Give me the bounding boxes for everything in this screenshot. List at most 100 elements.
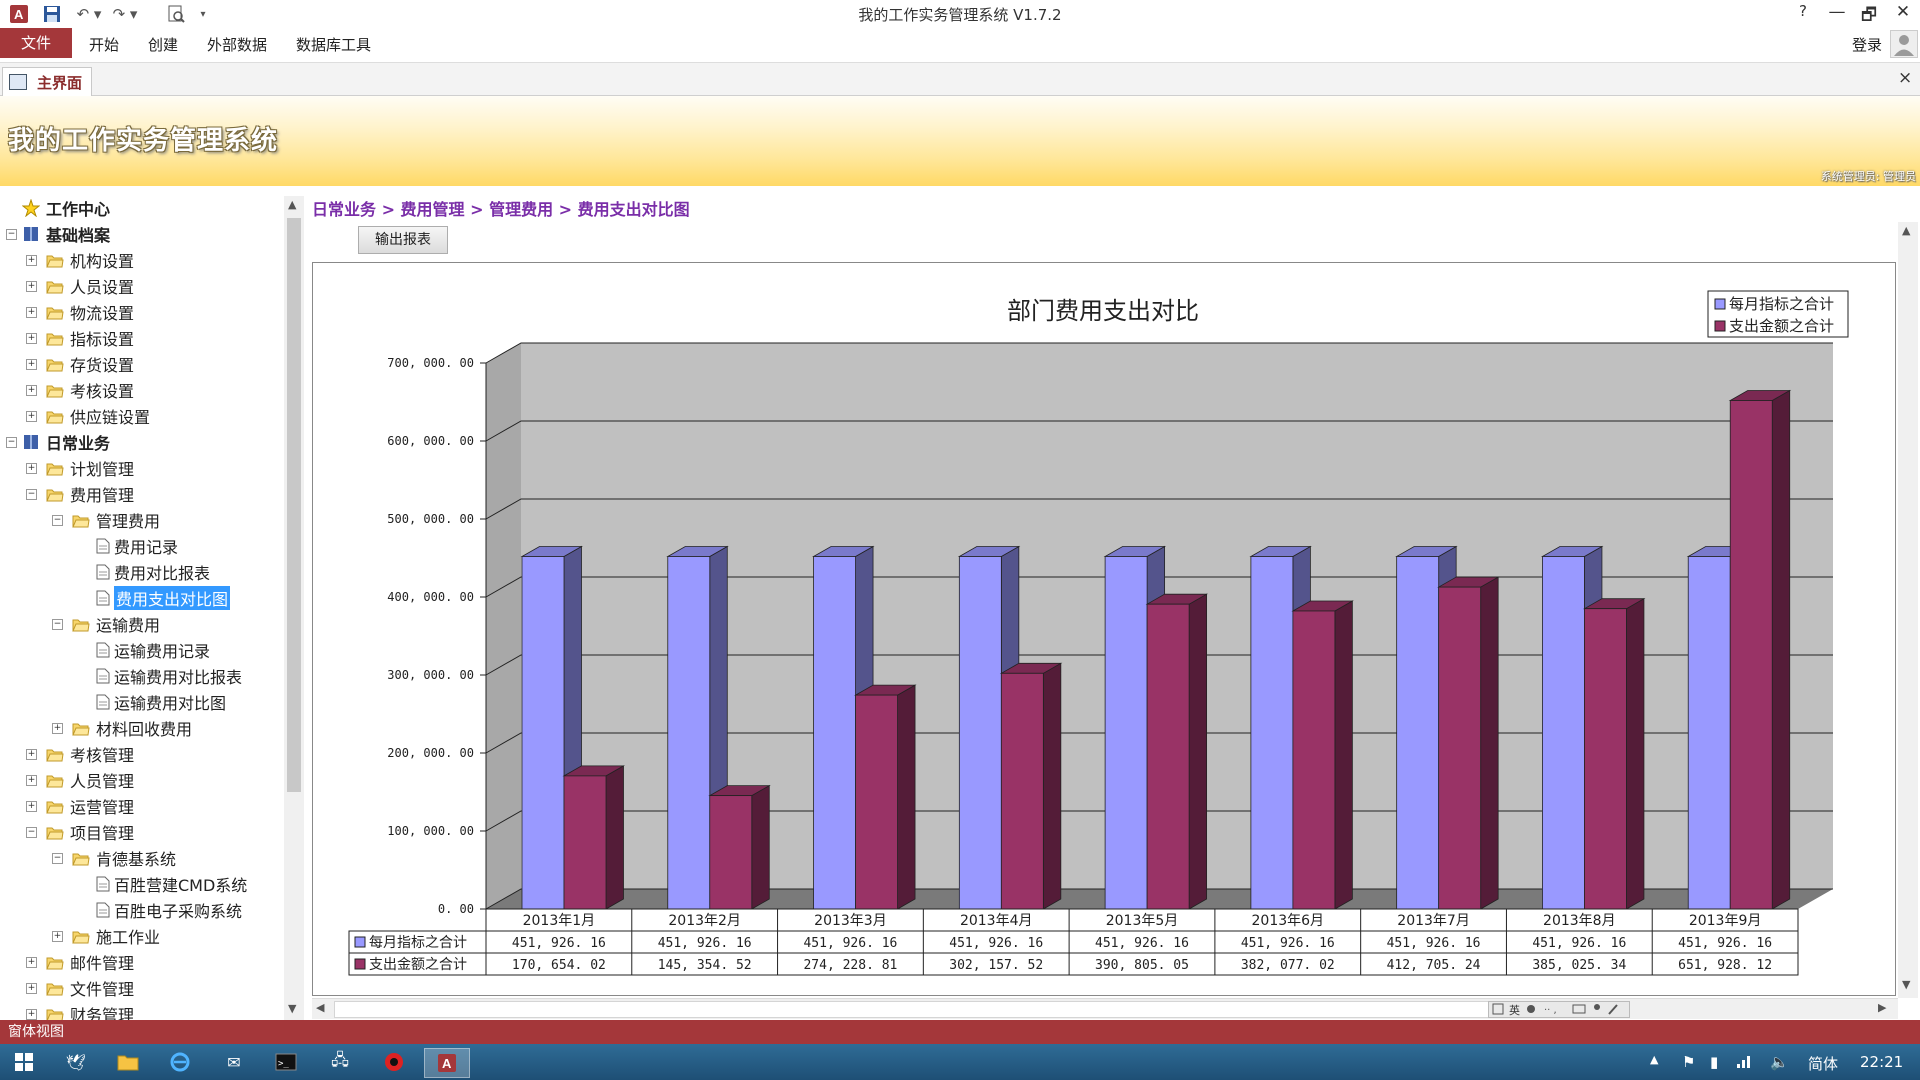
folder-icon — [46, 981, 64, 996]
tree-expander-icon[interactable]: + — [26, 332, 37, 344]
tree-item-label: 百胜电子采购系统 — [114, 902, 243, 921]
tree-expander-icon[interactable]: − — [52, 852, 63, 864]
book-icon — [22, 225, 40, 243]
close-button[interactable]: ✕ — [1886, 2, 1920, 26]
tree-expander-icon[interactable]: − — [52, 618, 63, 630]
svg-text:·· ,: ·· , — [1544, 1005, 1557, 1016]
chart-bar — [1438, 586, 1482, 910]
tree-expander-icon[interactable]: + — [26, 748, 37, 760]
access-taskbar-icon[interactable]: A — [424, 1048, 470, 1078]
tray-expand-icon[interactable]: ▲ — [1650, 1053, 1658, 1066]
chart-frame: 0. 00 100, 000. 00 200, 000. 00 300, 000. 0… — [312, 262, 1896, 996]
login-link[interactable]: 登录 — [1852, 34, 1882, 55]
tree-item-label: 管理费用 — [96, 512, 161, 531]
tree-expander-icon[interactable]: + — [26, 956, 37, 968]
terminal-icon[interactable]: >_ — [264, 1048, 308, 1076]
tree-expander-icon[interactable]: − — [6, 436, 17, 448]
volume-icon[interactable]: 🔈 — [1770, 1053, 1789, 1071]
tree-expander-icon[interactable]: + — [26, 1008, 37, 1020]
folder-icon — [72, 851, 90, 866]
battery-icon[interactable]: ▮ — [1710, 1053, 1718, 1071]
tab-home[interactable]: 开始 — [89, 34, 119, 55]
window-title: 我的工作实务管理系统 V1.7.2 — [858, 6, 1062, 24]
email-app-icon[interactable]: ✉ — [212, 1048, 256, 1076]
chart-data-label: 390, 805. 05 — [1095, 958, 1189, 973]
tree-item-label: 人员设置 — [70, 278, 135, 297]
ime-language[interactable]: 简体 — [1808, 1053, 1838, 1074]
bird-app-icon[interactable]: 🕊 — [54, 1048, 98, 1076]
chart-bar — [1396, 556, 1440, 910]
chart-data-label: 382, 077. 02 — [1241, 958, 1335, 973]
tree-expander-icon[interactable]: + — [26, 982, 37, 994]
media-app-icon[interactable] — [372, 1048, 416, 1076]
tab-file[interactable]: 文件 — [0, 28, 72, 58]
tree-expander-icon[interactable]: + — [26, 358, 37, 370]
main-horizontal-scrollbar[interactable]: ◀ 英 ·· , ▶ — [312, 998, 1898, 1019]
user-avatar[interactable] — [1890, 30, 1918, 58]
windows-taskbar: 🕊 ✉ >_ 🖧 A ▲ ⚑ ▮ 🔈 简体 22:21 — [0, 1044, 1920, 1080]
file-explorer-icon[interactable] — [106, 1048, 150, 1076]
chart-bar-side — [1334, 600, 1353, 910]
close-document-button[interactable]: × — [1898, 68, 1912, 88]
windows-start-icon[interactable] — [2, 1048, 46, 1076]
folder-icon — [46, 305, 64, 320]
chart-bar-side — [1626, 597, 1645, 910]
tree-expander-icon[interactable]: − — [26, 826, 37, 838]
tree-item-label: 邮件管理 — [70, 954, 135, 973]
document-icon — [96, 876, 110, 892]
tree-scroll-thumb[interactable] — [287, 218, 301, 792]
network-tool-icon[interactable]: 🖧 — [318, 1048, 362, 1076]
minimize-button[interactable]: — — [1820, 2, 1854, 26]
tree-expander-icon[interactable]: − — [52, 514, 63, 526]
folder-icon — [72, 929, 90, 944]
scroll-down-icon[interactable]: ▼ — [1902, 978, 1910, 991]
horizontal-scroll-thumb[interactable] — [334, 1001, 1506, 1018]
title-bar: A ↶ ▾ ↷ ▾ ▾ 我的工作实务管理系统 V1.7.2 ? — 🗗 ✕ — [0, 0, 1920, 28]
tree-expander-icon[interactable]: + — [26, 306, 37, 318]
export-report-button[interactable]: 输出报表 — [358, 226, 448, 254]
help-button[interactable]: ? — [1786, 2, 1820, 26]
chart-bar — [958, 556, 1002, 910]
tree-expander-icon[interactable]: + — [26, 384, 37, 396]
star-icon — [22, 199, 40, 217]
tree-expander-icon[interactable]: + — [52, 722, 63, 734]
tree-expander-icon[interactable]: + — [52, 930, 63, 942]
chart-legend-swatch — [1714, 320, 1726, 332]
document-icon — [96, 668, 110, 684]
tree-expander-icon[interactable]: + — [26, 280, 37, 292]
chart-data-label: 651, 928. 12 — [1678, 958, 1772, 973]
status-bar: 窗体视图 — [0, 1020, 1920, 1044]
flag-icon[interactable]: ⚑ — [1682, 1053, 1695, 1071]
chart-legend-label: 支出金额之合计 — [1729, 317, 1834, 335]
tree-expander-icon[interactable]: + — [26, 774, 37, 786]
tab-external-data[interactable]: 外部数据 — [207, 34, 267, 55]
tab-main-form[interactable]: 主界面 — [2, 67, 92, 96]
main-vertical-scrollbar[interactable]: ▲ ▼ — [1898, 222, 1918, 998]
scroll-left-icon[interactable]: ◀ — [316, 1001, 324, 1014]
tree-expander-icon[interactable]: + — [26, 462, 37, 474]
chart-bar-side — [1771, 389, 1791, 910]
chart-data-label: 412, 705. 24 — [1387, 958, 1481, 973]
tab-database-tools[interactable]: 数据库工具 — [296, 34, 371, 55]
tab-create[interactable]: 创建 — [148, 34, 178, 55]
folder-icon — [72, 617, 90, 632]
scroll-down-icon[interactable]: ▼ — [288, 1002, 296, 1015]
scroll-right-icon[interactable]: ▶ — [1878, 1001, 1886, 1014]
tree-expander-icon[interactable]: + — [26, 800, 37, 812]
clock[interactable]: 22:21 — [1860, 1053, 1903, 1071]
tree-expander-icon[interactable]: + — [26, 410, 37, 422]
tree-item-label: 施工作业 — [96, 928, 161, 947]
network-icon[interactable] — [1736, 1053, 1752, 1073]
scroll-up-icon[interactable]: ▲ — [1902, 224, 1910, 237]
tree-scrollbar[interactable]: ▲ ▼ — [284, 196, 304, 1020]
header-banner: 我的工作实务管理系统 系统管理员: 管理员 — [0, 96, 1920, 186]
internet-explorer-icon[interactable] — [158, 1048, 202, 1076]
chart-bar — [521, 556, 565, 910]
ime-toolbar[interactable]: 英 ·· , — [1488, 1001, 1630, 1018]
tree-expander-icon[interactable]: − — [6, 228, 17, 240]
chart-data-label: 451, 926. 16 — [1678, 936, 1772, 951]
tree-expander-icon[interactable]: − — [26, 488, 37, 500]
scroll-up-icon[interactable]: ▲ — [288, 198, 296, 211]
tree-expander-icon[interactable]: + — [26, 254, 37, 266]
restore-button[interactable]: 🗗 — [1852, 2, 1886, 26]
